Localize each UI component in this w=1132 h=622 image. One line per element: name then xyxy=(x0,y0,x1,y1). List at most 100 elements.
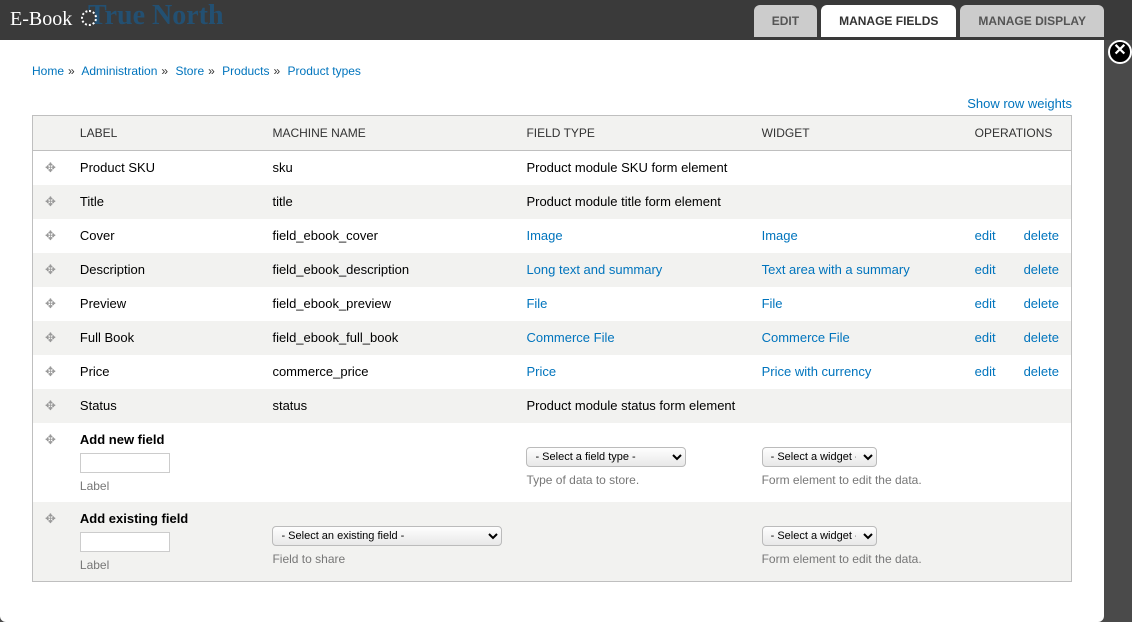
field-machine-name: commerce_price xyxy=(260,355,514,389)
field-type: Commerce File xyxy=(514,321,749,355)
field-widget-link[interactable]: Commerce File xyxy=(762,330,850,345)
field-label: Status xyxy=(68,389,261,423)
field-widget-link[interactable]: Image xyxy=(762,228,798,243)
field-ops: edit delete xyxy=(963,287,1072,321)
drag-handle-icon[interactable]: ✥ xyxy=(45,432,56,447)
add-existing-field-select[interactable]: - Select an existing field - xyxy=(272,526,502,546)
overlay-content: Home» Administration» Store» Products» P… xyxy=(0,40,1104,622)
delete-link[interactable]: delete xyxy=(1024,262,1059,277)
fields-table: LABEL MACHINE NAME FIELD TYPE WIDGET OPE… xyxy=(32,115,1072,582)
add-new-widget-select[interactable]: - Select a widget - xyxy=(762,447,877,467)
field-ops: edit delete xyxy=(963,219,1072,253)
field-ops: edit delete xyxy=(963,355,1072,389)
th-drag xyxy=(33,116,68,151)
delete-link[interactable]: delete xyxy=(1024,364,1059,379)
field-type: Product module SKU form element xyxy=(514,151,749,186)
delete-link[interactable]: delete xyxy=(1024,330,1059,345)
field-label: Full Book xyxy=(68,321,261,355)
add-existing-widget-help: Form element to edit the data. xyxy=(762,552,951,566)
add-existing-title: Add existing field xyxy=(80,511,249,526)
add-new-type-select[interactable]: - Select a field type - xyxy=(526,447,686,467)
drag-handle-icon[interactable]: ✥ xyxy=(45,296,56,311)
primary-tabs: EDIT MANAGE FIELDS MANAGE DISPLAY xyxy=(754,5,1104,37)
add-existing-widget-select[interactable]: - Select a widget - xyxy=(762,526,877,546)
page-title-text: E-Book xyxy=(10,8,72,30)
page-title: E-Book xyxy=(10,8,97,31)
crumb-products[interactable]: Products xyxy=(222,64,269,78)
add-existing-label-help: Label xyxy=(80,558,249,572)
field-type-link[interactable]: Image xyxy=(526,228,562,243)
field-type-link[interactable]: Commerce File xyxy=(526,330,614,345)
th-ops: OPERATIONS xyxy=(963,116,1072,151)
field-machine-name: field_ebook_full_book xyxy=(260,321,514,355)
field-widget-link[interactable]: Price with currency xyxy=(762,364,872,379)
close-icon[interactable]: ✕ xyxy=(1108,40,1132,64)
add-new-widget-help: Form element to edit the data. xyxy=(762,473,951,487)
show-row-weights-link[interactable]: Show row weights xyxy=(967,96,1072,111)
crumb-admin[interactable]: Administration xyxy=(81,64,157,78)
field-type: Image xyxy=(514,219,749,253)
edit-link[interactable]: edit xyxy=(975,364,996,379)
table-row: ✥Product SKUskuProduct module SKU form e… xyxy=(33,151,1072,186)
edit-link[interactable]: edit xyxy=(975,228,996,243)
field-type-link[interactable]: Long text and summary xyxy=(526,262,662,277)
tab-edit[interactable]: EDIT xyxy=(754,5,817,37)
table-row: ✥Previewfield_ebook_previewFileFileeditd… xyxy=(33,287,1072,321)
field-ops xyxy=(963,185,1072,219)
field-machine-name: sku xyxy=(260,151,514,186)
field-widget-link[interactable]: Text area with a summary xyxy=(762,262,910,277)
field-type-link[interactable]: File xyxy=(526,296,547,311)
field-widget-link[interactable]: File xyxy=(762,296,783,311)
field-type-link[interactable]: Price xyxy=(526,364,556,379)
drag-handle-icon[interactable]: ✥ xyxy=(45,364,56,379)
field-ops: edit delete xyxy=(963,253,1072,287)
th-type: FIELD TYPE xyxy=(514,116,749,151)
table-row: ✥ Full Bookfield_ebook_full_book Commerce … xyxy=(33,321,1072,355)
field-ops xyxy=(963,151,1072,186)
field-widget xyxy=(750,151,963,186)
drag-handle-icon[interactable]: ✥ xyxy=(45,398,56,413)
table-row: ✥Coverfield_ebook_coverImageImageeditdel… xyxy=(33,219,1072,253)
add-new-field-row: ✥ Add new field Label - Select a field t… xyxy=(33,423,1072,502)
edit-link[interactable]: edit xyxy=(975,296,996,311)
th-widget: WIDGET xyxy=(750,116,963,151)
field-widget: Commerce File xyxy=(750,321,963,355)
add-new-label-help: Label xyxy=(80,479,249,493)
th-label: LABEL xyxy=(68,116,261,151)
table-row: ✥Pricecommerce_pricePricePrice with curr… xyxy=(33,355,1072,389)
tab-manage-fields[interactable]: MANAGE FIELDS xyxy=(821,5,956,37)
crumb-home[interactable]: Home xyxy=(32,64,64,78)
field-ops xyxy=(963,389,1072,423)
table-row: ✥StatusstatusProduct module status form … xyxy=(33,389,1072,423)
edit-link[interactable]: edit xyxy=(975,262,996,277)
drag-handle-icon[interactable]: ✥ xyxy=(45,511,56,526)
drag-handle-icon[interactable]: ✥ xyxy=(45,160,56,175)
field-machine-name: field_ebook_preview xyxy=(260,287,514,321)
drag-handle-icon[interactable]: ✥ xyxy=(45,228,56,243)
drag-handle-icon[interactable]: ✥ xyxy=(45,262,56,277)
crumb-types[interactable]: Product types xyxy=(288,64,361,78)
crumb-store[interactable]: Store xyxy=(175,64,204,78)
field-type: File xyxy=(514,287,749,321)
field-machine-name: field_ebook_description xyxy=(260,253,514,287)
add-new-title: Add new field xyxy=(80,432,249,447)
gear-icon[interactable] xyxy=(81,10,97,26)
topbar: E-Book EDIT MANAGE FIELDS MANAGE DISPLAY xyxy=(0,0,1104,42)
drag-handle-icon[interactable]: ✥ xyxy=(45,194,56,209)
field-label: Title xyxy=(68,185,261,219)
add-existing-label-input[interactable] xyxy=(80,532,170,552)
delete-link[interactable]: delete xyxy=(1024,296,1059,311)
add-existing-field-row: ✥ Add existing field Label - Select an e… xyxy=(33,502,1072,582)
field-widget: File xyxy=(750,287,963,321)
edit-link[interactable]: edit xyxy=(975,330,996,345)
field-label: Price xyxy=(68,355,261,389)
tab-manage-display[interactable]: MANAGE DISPLAY xyxy=(960,5,1104,37)
field-machine-name: title xyxy=(260,185,514,219)
th-machine: MACHINE NAME xyxy=(260,116,514,151)
field-widget: Text area with a summary xyxy=(750,253,963,287)
add-new-label-input[interactable] xyxy=(80,453,170,473)
drag-handle-icon[interactable]: ✥ xyxy=(45,330,56,345)
table-row: ✥TitletitleProduct module title form ele… xyxy=(33,185,1072,219)
delete-link[interactable]: delete xyxy=(1024,228,1059,243)
show-row-weights: Show row weights xyxy=(32,96,1072,111)
